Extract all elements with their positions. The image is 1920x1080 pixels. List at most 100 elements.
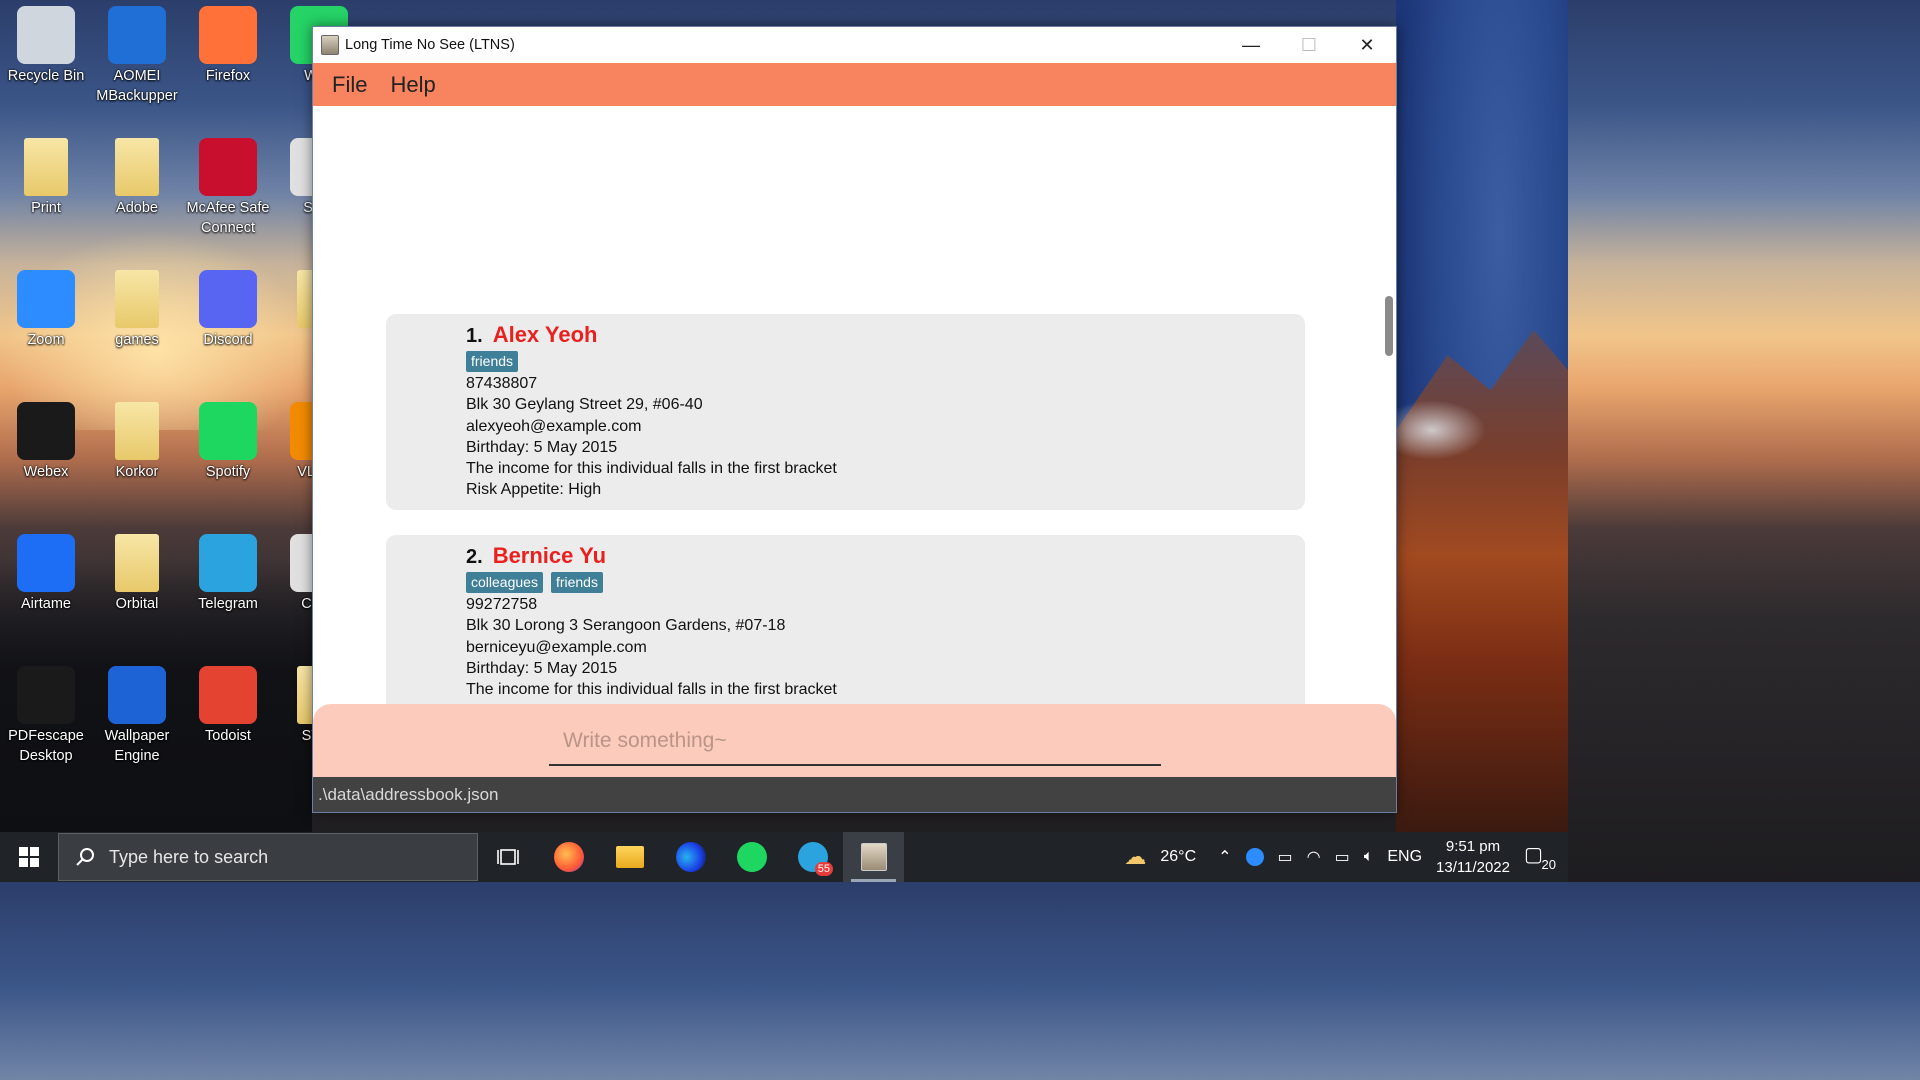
person-phone: 87438807: [466, 375, 538, 393]
search-icon: [76, 848, 94, 866]
telegram-unread-badge: 55: [814, 862, 833, 876]
person-name: Alex Yeoh: [492, 322, 598, 347]
desktop-shortcut[interactable]: Wallpaper Engine: [91, 666, 183, 766]
desktop-shortcut[interactable]: games: [91, 270, 183, 350]
desktop-shortcut-label: games: [115, 332, 159, 348]
desktop-shortcut-label: Webex: [23, 464, 69, 480]
zoom-icon: [17, 270, 75, 328]
desktop-shortcut-label: Orbital: [115, 596, 159, 612]
desktop-shortcut-label: AOMEI MBackupper: [96, 68, 178, 104]
taskbar-firefox[interactable]: [538, 832, 599, 882]
person-card[interactable]: 2. Bernice Yu colleagues friends 9927275…: [386, 535, 1305, 704]
folder-icon: [24, 138, 68, 196]
person-address: Blk 30 Geylang Street 29, #06-40: [466, 396, 703, 414]
tag-badge: friends: [550, 572, 603, 594]
active-indicator: [851, 879, 896, 882]
window-titlebar[interactable]: Long Time No See (LTNS) — ☐ ✕: [313, 27, 1396, 63]
person-index: 1.: [466, 325, 483, 347]
start-button[interactable]: [0, 832, 58, 882]
desktop-shortcut[interactable]: Airtame: [0, 534, 92, 614]
close-button[interactable]: ✕: [1338, 27, 1396, 63]
telegram-icon: [199, 534, 257, 592]
clock[interactable]: 9:51 pm 13/11/2022: [1436, 836, 1510, 878]
clock-time: 9:51 pm: [1445, 838, 1501, 855]
person-card[interactable]: 1. Alex Yeoh friends 87438807 Blk 30 Gey…: [386, 314, 1305, 510]
firefox-icon: [553, 842, 584, 872]
desktop-shortcut[interactable]: Zoom: [0, 270, 92, 350]
command-input[interactable]: [549, 718, 1161, 766]
meet-now-icon[interactable]: ▭: [1278, 847, 1293, 867]
weather-cloud-icon[interactable]: ☁: [1124, 844, 1146, 870]
desktop-shortcut[interactable]: Print: [0, 138, 92, 218]
taskbar-webex[interactable]: [660, 832, 721, 882]
desktop-shortcut-label: Todoist: [205, 728, 251, 744]
desktop-shortcut[interactable]: Korkor: [91, 402, 183, 482]
task-view-button[interactable]: [478, 832, 538, 882]
desktop-shortcut[interactable]: PDFescape Desktop: [0, 666, 92, 766]
desktop-shortcut[interactable]: McAfee Safe Connect: [182, 138, 274, 238]
taskbar-search-box[interactable]: Type here to search: [58, 833, 478, 881]
person-income: The income for this individual falls in …: [466, 460, 837, 478]
volume-icon[interactable]: 🔈︎: [1364, 848, 1374, 866]
maximize-button[interactable]: ☐: [1280, 27, 1338, 63]
spotify-icon: [199, 402, 257, 460]
notification-center-button[interactable]: ▢ 20: [1524, 842, 1556, 872]
person-phone: 99272758: [466, 596, 538, 614]
menu-file[interactable]: File: [332, 72, 367, 98]
tag-badge: friends: [466, 351, 519, 373]
desktop-shortcut[interactable]: Discord: [182, 270, 274, 350]
minimize-button[interactable]: —: [1222, 27, 1280, 63]
folder-icon: [115, 138, 159, 196]
person-name: Bernice Yu: [492, 543, 607, 568]
desktop-shortcut-label: Korkor: [115, 464, 159, 480]
chevron-up-icon[interactable]: ⌃: [1218, 847, 1231, 867]
language-indicator[interactable]: ENG: [1387, 848, 1422, 866]
desktop-shortcut-label: Zoom: [27, 332, 65, 348]
person-index: 2.: [466, 546, 483, 568]
taskbar-spotify[interactable]: [721, 832, 782, 882]
desktop-shortcut-label: Spotify: [205, 464, 251, 480]
folder-icon: [115, 270, 159, 328]
desktop-shortcut[interactable]: Firefox: [182, 6, 274, 86]
desktop-shortcut[interactable]: AOMEI MBackupper: [91, 6, 183, 106]
desktop-shortcut[interactable]: Orbital: [91, 534, 183, 614]
taskbar-ltns[interactable]: [843, 832, 904, 882]
spotify-icon: [736, 842, 767, 872]
window-title: Long Time No See (LTNS): [345, 37, 515, 53]
taskbar-telegram[interactable]: 55: [782, 832, 843, 882]
zoom-tray-icon[interactable]: [1245, 848, 1264, 866]
task-view-icon: [497, 849, 519, 865]
desktop-shortcut-label: Adobe: [116, 200, 158, 216]
person-birthday: Birthday: 5 May 2015: [466, 659, 618, 677]
desktop-shortcut[interactable]: Adobe: [91, 138, 183, 218]
ltns-app-icon: [321, 35, 339, 55]
battery-icon[interactable]: ▭: [1335, 847, 1350, 867]
person-list-panel[interactable]: 1. Alex Yeoh friends 87438807 Blk 30 Gey…: [313, 106, 1396, 704]
person-income: The income for this individual falls in …: [466, 681, 837, 699]
list-scrollbar[interactable]: [1385, 296, 1393, 356]
desktop-shortcut[interactable]: Webex: [0, 402, 92, 482]
tag-badge: colleagues: [466, 572, 543, 594]
recycle-bin-icon: [17, 6, 75, 64]
desktop-shortcut-label: Firefox: [205, 68, 251, 84]
wifi-icon[interactable]: ◠: [1307, 847, 1321, 867]
clock-date: 13/11/2022: [1436, 859, 1510, 876]
folder-icon: [615, 846, 644, 868]
desktop-shortcut-label: Print: [31, 200, 61, 216]
desktop-shortcut-label: Airtame: [21, 596, 71, 612]
todoist-icon: [199, 666, 257, 724]
folder-icon: [115, 402, 159, 460]
menu-help[interactable]: Help: [390, 72, 435, 98]
desktop-shortcut[interactable]: Todoist: [182, 666, 274, 746]
webex-icon: [675, 842, 706, 872]
taskbar-file-explorer[interactable]: [599, 832, 660, 882]
desktop-shortcut[interactable]: Spotify: [182, 402, 274, 482]
desktop-shortcut-label: Telegram: [198, 596, 258, 612]
desktop-shortcut[interactable]: Recycle Bin: [0, 6, 92, 86]
taskbar: Type here to search 55 ☁ 26°C ⌃ ▭ ◠ ▭ 🔈︎…: [0, 832, 1568, 882]
weather-temperature[interactable]: 26°C: [1160, 848, 1196, 866]
person-risk: Risk Appetite: High: [466, 481, 602, 499]
desktop-shortcut[interactable]: Telegram: [182, 534, 274, 614]
system-tray: ☁ 26°C ⌃ ▭ ◠ ▭ 🔈︎ ENG 9:51 pm 13/11/2022…: [1124, 836, 1568, 878]
pdfescape-icon: [17, 666, 75, 724]
